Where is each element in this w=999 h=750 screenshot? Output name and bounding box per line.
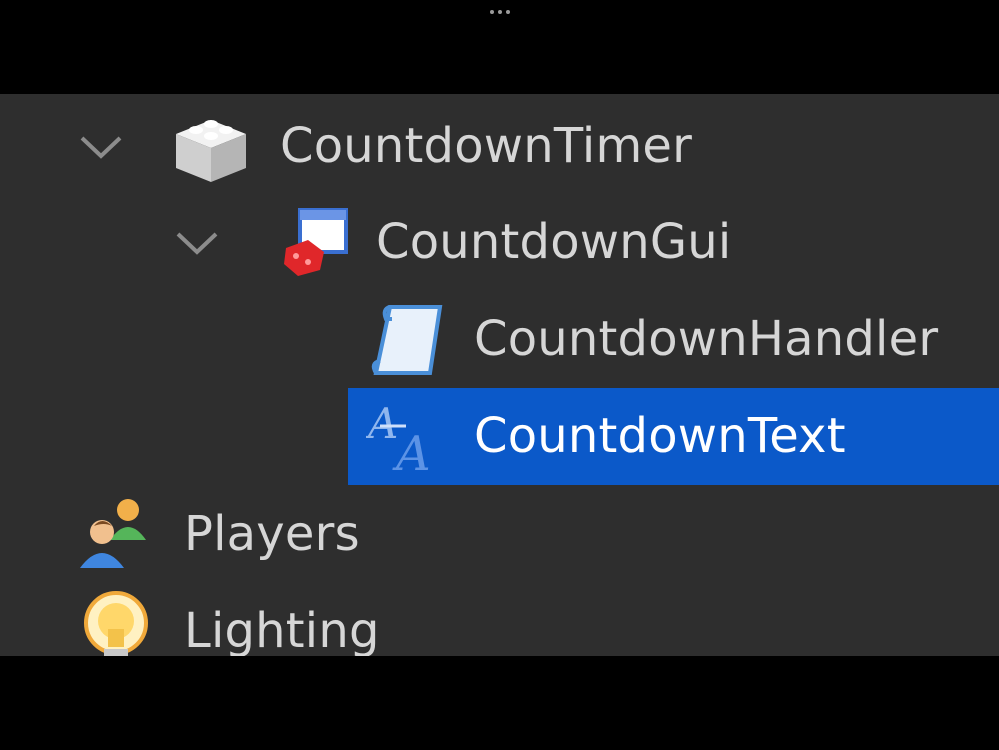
tree-item-label: Lighting [184,603,380,656]
tree-item-label: CountdownTimer [280,118,693,174]
script-icon [371,305,443,375]
svg-text:A: A [366,399,398,448]
explorer-tree: CountdownTimer CountdownGui CountdownHan… [0,94,999,656]
svg-text:A: A [392,426,431,478]
tree-item-label: CountdownHandler [474,311,939,367]
tree-item-lighting[interactable]: Lighting [0,583,999,656]
tree-item-label: CountdownText [474,408,846,464]
chevron-down-icon[interactable] [78,124,124,170]
tree-item-countdown-gui[interactable]: CountdownGui [0,194,999,291]
players-icon [80,499,146,568]
dot [489,10,494,14]
lighting-icon [84,591,148,656]
tree-item-countdown-handler[interactable]: CountdownHandler [0,291,999,388]
screen-gui-icon [284,208,348,276]
tree-item-countdown-timer[interactable]: CountdownTimer [0,98,999,195]
dot [497,10,502,14]
dot [505,10,510,14]
model-icon [176,120,246,182]
text-label-icon: A A [366,399,431,478]
tree-item-label: Players [184,506,360,562]
tree-item-countdown-text[interactable]: A A CountdownText [0,388,999,485]
more-dots-icon[interactable] [0,0,999,24]
tree-item-players[interactable]: Players [0,486,999,583]
tree-item-label: CountdownGui [376,214,732,270]
chevron-down-icon[interactable] [174,220,220,266]
